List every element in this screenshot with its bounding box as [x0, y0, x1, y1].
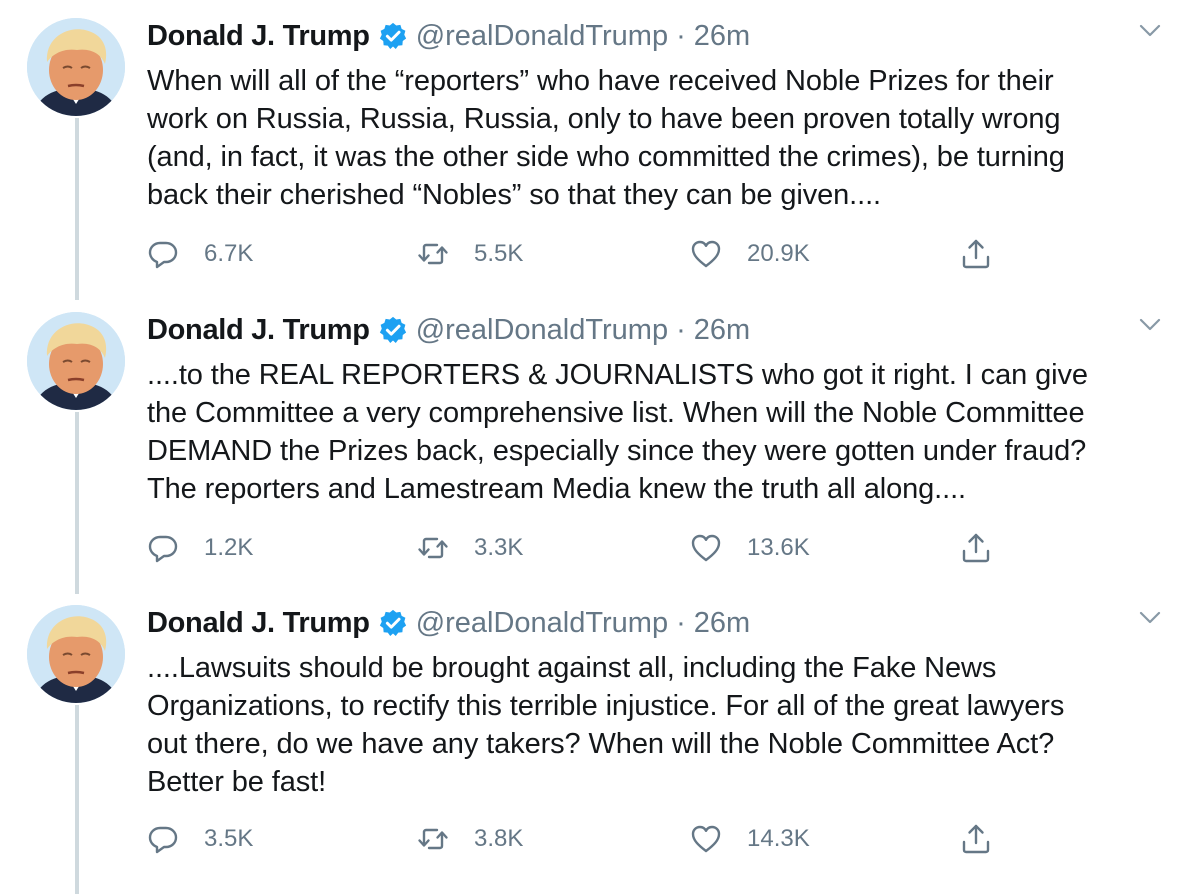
- timestamp[interactable]: 26m: [694, 605, 750, 641]
- verified-badge-icon: [378, 608, 408, 638]
- tweet-text: ....Lawsuits should be brought against a…: [147, 652, 1065, 798]
- reply-count: 3.5K: [204, 825, 254, 852]
- reply-button[interactable]: 6.7K: [147, 238, 253, 270]
- tweet[interactable]: Donald J. Trump @realDonaldTrump · 26m .…: [0, 294, 1194, 594]
- verified-badge-icon: [378, 315, 408, 345]
- timestamp[interactable]: 26m: [694, 18, 750, 54]
- retweet-count: 3.8K: [474, 825, 524, 852]
- reply-count: 6.7K: [204, 240, 254, 267]
- share-button[interactable]: [960, 532, 992, 564]
- like-count: 13.6K: [747, 534, 810, 561]
- like-button[interactable]: 14.3K: [690, 823, 810, 855]
- author-name[interactable]: Donald J. Trump: [147, 605, 370, 641]
- timestamp[interactable]: 26m: [694, 312, 750, 348]
- chevron-down-icon[interactable]: [1138, 316, 1162, 334]
- reply-icon: [147, 238, 179, 270]
- tweet-text: When will all of the “reporters” who hav…: [147, 65, 1065, 211]
- heart-icon: [690, 823, 722, 855]
- share-button[interactable]: [960, 238, 992, 270]
- reply-button[interactable]: 1.2K: [147, 532, 253, 564]
- tweet-thread: Donald J. Trump @realDonaldTrump · 26m W…: [0, 0, 1194, 894]
- like-button[interactable]: 13.6K: [690, 532, 810, 564]
- author-name[interactable]: Donald J. Trump: [147, 312, 370, 348]
- heart-icon: [690, 238, 722, 270]
- retweet-button[interactable]: 3.3K: [417, 532, 523, 564]
- like-button[interactable]: 20.9K: [690, 238, 810, 270]
- tweet-text: ....to the REAL REPORTERS & JOURNALISTS …: [147, 359, 1088, 505]
- reply-icon: [147, 532, 179, 564]
- author-handle[interactable]: @realDonaldTrump: [416, 312, 668, 348]
- retweet-icon: [417, 823, 449, 855]
- retweet-count: 5.5K: [474, 240, 524, 267]
- tweet[interactable]: Donald J. Trump @realDonaldTrump · 26m W…: [0, 0, 1194, 300]
- tweet-header: Donald J. Trump @realDonaldTrump · 26m: [147, 605, 750, 641]
- tweet-header: Donald J. Trump @realDonaldTrump · 26m: [147, 18, 750, 54]
- reply-count: 1.2K: [204, 534, 254, 561]
- avatar[interactable]: [27, 18, 125, 116]
- author-handle[interactable]: @realDonaldTrump: [416, 18, 668, 54]
- retweet-icon: [417, 238, 449, 270]
- share-icon: [960, 238, 992, 270]
- retweet-button[interactable]: 5.5K: [417, 238, 523, 270]
- separator-dot: ·: [676, 607, 686, 639]
- retweet-icon: [417, 532, 449, 564]
- share-icon: [960, 532, 992, 564]
- separator-dot: ·: [676, 314, 686, 346]
- share-icon: [960, 823, 992, 855]
- separator-dot: ·: [676, 20, 686, 52]
- chevron-down-icon[interactable]: [1138, 609, 1162, 627]
- reply-icon: [147, 823, 179, 855]
- author-name[interactable]: Donald J. Trump: [147, 18, 370, 54]
- retweet-button[interactable]: 3.8K: [417, 823, 523, 855]
- share-button[interactable]: [960, 823, 992, 855]
- chevron-down-icon[interactable]: [1138, 22, 1162, 40]
- like-count: 14.3K: [747, 825, 810, 852]
- verified-badge-icon: [378, 21, 408, 51]
- heart-icon: [690, 532, 722, 564]
- tweet[interactable]: Donald J. Trump @realDonaldTrump · 26m .…: [0, 587, 1194, 894]
- retweet-count: 3.3K: [474, 534, 524, 561]
- reply-button[interactable]: 3.5K: [147, 823, 253, 855]
- author-handle[interactable]: @realDonaldTrump: [416, 605, 668, 641]
- tweet-header: Donald J. Trump @realDonaldTrump · 26m: [147, 312, 750, 348]
- avatar[interactable]: [27, 605, 125, 703]
- like-count: 20.9K: [747, 240, 810, 267]
- avatar[interactable]: [27, 312, 125, 410]
